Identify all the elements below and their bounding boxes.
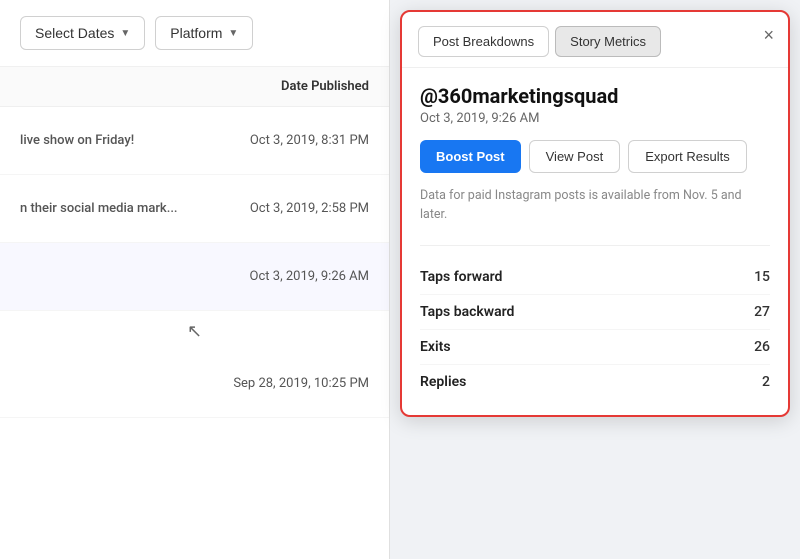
date-published-header: Date Published [281, 79, 369, 94]
boost-post-button[interactable]: Boost Post [420, 140, 521, 173]
close-button[interactable]: × [763, 26, 774, 44]
left-panel: Select Dates ▼ Platform ▼ Date Published… [0, 0, 390, 559]
table-row[interactable]: live show on Friday! Oct 3, 2019, 8:31 P… [0, 107, 389, 175]
table-row[interactable]: Sep 28, 2019, 10:25 PM [0, 350, 389, 418]
metric-row-taps-forward: Taps forward 15 [420, 260, 770, 295]
panel-tabs: Post Breakdowns Story Metrics × [402, 12, 788, 68]
row-date: Sep 28, 2019, 10:25 PM [20, 376, 369, 391]
select-dates-chevron-icon: ▼ [120, 28, 130, 39]
toolbar: Select Dates ▼ Platform ▼ [0, 0, 389, 67]
metric-value: 26 [754, 339, 770, 355]
action-buttons: Boost Post View Post Export Results [420, 140, 770, 173]
metric-row-replies: Replies 2 [420, 365, 770, 399]
row-content: n their social media mark... [20, 201, 250, 216]
metric-label: Taps backward [420, 304, 514, 320]
metric-label: Exits [420, 339, 451, 355]
account-name: @360marketingsquad [420, 84, 770, 108]
metric-value: 2 [762, 374, 770, 390]
select-dates-button[interactable]: Select Dates ▼ [20, 16, 145, 50]
metric-row-exits: Exits 26 [420, 330, 770, 365]
story-metrics-panel: Post Breakdowns Story Metrics × @360mark… [400, 10, 790, 417]
metric-label: Taps forward [420, 269, 502, 285]
metric-value: 15 [754, 269, 770, 285]
tab-story-metrics[interactable]: Story Metrics [555, 26, 661, 57]
row-date: Oct 3, 2019, 2:58 PM [250, 201, 369, 216]
tab-post-breakdowns-label: Post Breakdowns [433, 34, 534, 49]
metrics-divider [420, 245, 770, 246]
table-header: Date Published [0, 67, 389, 107]
select-dates-label: Select Dates [35, 25, 114, 41]
metric-label: Replies [420, 374, 466, 390]
metric-value: 27 [754, 304, 770, 320]
row-date: Oct 3, 2019, 8:31 PM [250, 133, 369, 148]
panel-body: @360marketingsquad Oct 3, 2019, 9:26 AM … [402, 68, 788, 415]
export-results-label: Export Results [645, 149, 730, 164]
info-text: Data for paid Instagram posts is availab… [420, 187, 770, 225]
row-date: Oct 3, 2019, 9:26 AM [20, 269, 369, 284]
tab-story-metrics-label: Story Metrics [570, 34, 646, 49]
view-post-label: View Post [546, 149, 604, 164]
view-post-button[interactable]: View Post [529, 140, 621, 173]
cursor-area: ↖ [0, 311, 389, 342]
export-results-button[interactable]: Export Results [628, 140, 747, 173]
table-row[interactable]: n their social media mark... Oct 3, 2019… [0, 175, 389, 243]
table-rows: live show on Friday! Oct 3, 2019, 8:31 P… [0, 107, 389, 418]
tab-post-breakdowns[interactable]: Post Breakdowns [418, 26, 549, 57]
boost-post-label: Boost Post [436, 149, 505, 164]
row-content: live show on Friday! [20, 133, 250, 148]
platform-chevron-icon: ▼ [228, 28, 238, 39]
table-row-selected[interactable]: Oct 3, 2019, 9:26 AM [0, 243, 389, 311]
platform-label: Platform [170, 25, 222, 41]
cursor-icon: ↖ [187, 321, 202, 342]
platform-button[interactable]: Platform ▼ [155, 16, 253, 50]
metric-row-taps-backward: Taps backward 27 [420, 295, 770, 330]
close-icon: × [763, 25, 774, 45]
account-date: Oct 3, 2019, 9:26 AM [420, 111, 770, 126]
